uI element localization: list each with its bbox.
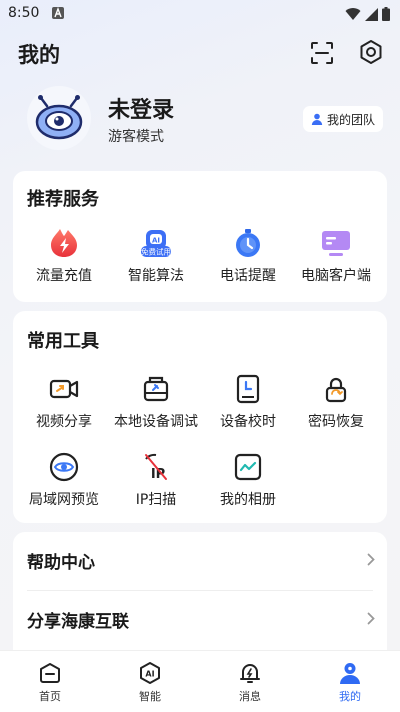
video-share-icon [49,379,79,399]
tool-label: 视频分享 [36,414,92,430]
page-title: 我的 [18,43,60,67]
tool-label: 本地设备调试 [114,414,198,430]
services-title: 推荐服务 [27,189,99,210]
service-label: 电脑客户端 [301,268,371,284]
bottom-nav: 首页 AI 智能 消息 我的 [0,650,400,712]
chevron-right-icon [367,612,375,625]
tools-title: 常用工具 [27,331,99,352]
ai-icon: AI [140,662,160,684]
ip-scan-icon: IP [145,453,167,482]
tool-label: 密码恢复 [308,414,364,430]
service-label: 电话提醒 [220,268,276,284]
tool-video-share[interactable]: 视频分享 [17,373,111,431]
device-time-icon [236,374,260,404]
my-team-button[interactable]: 我的团队 [303,106,383,132]
pc-client-icon [322,231,350,256]
top-bar: 我的 [0,28,400,76]
service-phone-reminder[interactable]: 电话提醒 [201,227,295,285]
nav-profile[interactable]: 我的 [310,661,390,704]
service-ai-algorithm[interactable]: AI 免费试用 智能算法 [109,227,203,285]
nav-ai[interactable]: AI 智能 [110,661,190,704]
help-center-row[interactable]: 帮助中心 [13,532,387,590]
links-card: 帮助中心 分享海康互联 [13,532,387,650]
tool-lan-preview[interactable]: 局域网预览 [17,451,111,509]
service-traffic-recharge[interactable]: 流量充值 [17,227,111,285]
nav-label: 我的 [339,690,361,703]
album-icon [234,453,262,481]
share-app-row[interactable]: 分享海康互联 [13,591,387,649]
service-label: 流量充值 [36,268,92,284]
nav-label: 智能 [139,690,161,703]
password-reset-icon [325,377,347,403]
phone-reminder-icon [236,229,260,257]
home-icon [40,663,60,683]
tool-ip-scan[interactable]: IP IP扫描 [109,451,203,509]
tool-album[interactable]: 我的相册 [201,451,295,509]
message-icon [240,664,260,683]
status-bar: 8:50 [0,0,400,28]
nav-label: 消息 [239,690,261,703]
login-status-title[interactable]: 未登录 [108,92,174,124]
share-app-label: 分享海康互联 [27,612,129,632]
tool-device-time[interactable]: 设备校时 [201,373,295,431]
device-debug-icon [143,376,169,402]
my-team-label: 我的团队 [326,112,375,127]
svg-text:AI: AI [145,670,154,679]
lan-preview-icon [49,452,79,482]
tools-card: 常用工具 视频分享 本地设备调试 设备校时 密码恢复 局域网预览 IP IP扫描… [13,311,387,523]
person-icon [311,113,323,125]
profile-section: 未登录 游客模式 我的团队 [0,84,400,156]
tool-label: 我的相册 [220,492,276,508]
svg-text:AI: AI [152,237,160,245]
service-label: 智能算法 [128,268,184,284]
scan-icon[interactable] [309,40,335,66]
help-center-label: 帮助中心 [27,553,95,573]
service-pc-client[interactable]: 电脑客户端 [289,227,383,285]
tool-label: IP扫描 [135,492,177,508]
tool-password-reset[interactable]: 密码恢复 [289,373,383,431]
ai-algorithm-icon: AI 免费试用 [141,230,171,257]
signal-icon [365,7,378,21]
tool-label: 设备校时 [220,414,276,430]
free-trial-badge: 免费试用 [141,247,171,257]
services-card: 推荐服务 流量充值 AI 免费试用 智能算法 电话提醒 电脑客户端 [13,171,387,302]
battery-icon [382,7,390,21]
status-time: 8:50 [8,5,40,21]
avatar[interactable] [27,86,91,150]
tool-device-debug[interactable]: 本地设备调试 [109,373,203,431]
profile-icon [340,663,360,684]
nav-label: 首页 [39,690,61,703]
notification-a-icon [52,7,64,19]
tool-label: 局域网预览 [29,492,99,508]
wifi-icon [345,7,361,20]
nav-messages[interactable]: 消息 [210,661,290,704]
chevron-right-icon [367,553,375,566]
nav-home[interactable]: 首页 [10,661,90,704]
guest-mode-label: 游客模式 [108,129,164,145]
traffic-recharge-icon [51,229,77,257]
gear-icon[interactable] [357,38,385,66]
